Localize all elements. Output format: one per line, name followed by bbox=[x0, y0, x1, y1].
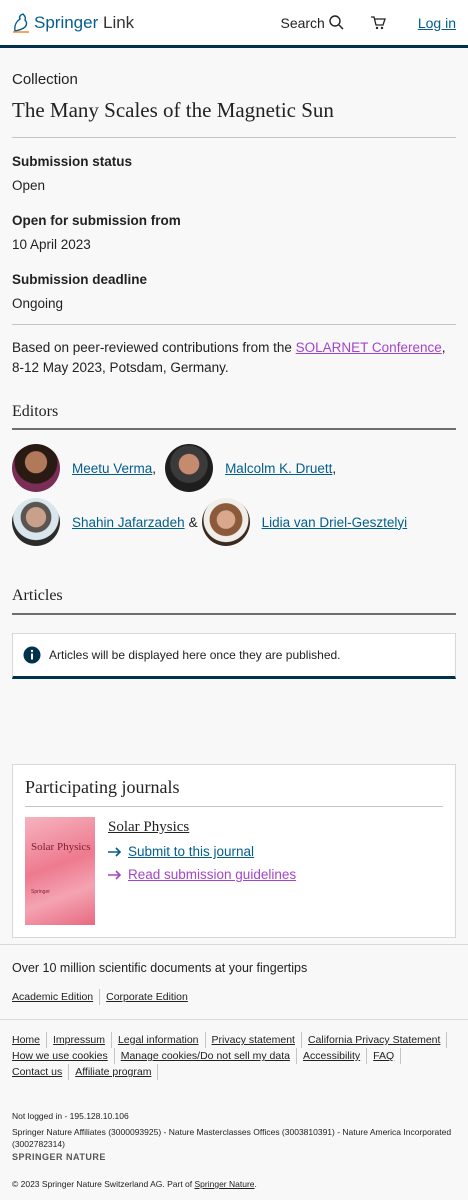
submission-status-value: Open bbox=[12, 178, 46, 193]
avatar-shahin-jafarzadeh bbox=[12, 498, 60, 546]
open-from-label: Open for submission from bbox=[12, 213, 181, 228]
divider bbox=[12, 428, 456, 430]
participating-journals: Participating journals Solar Physics Spr… bbox=[12, 764, 456, 938]
editor-link[interactable]: Malcolm K. Druett bbox=[225, 461, 332, 476]
info-icon bbox=[23, 646, 41, 664]
footer-links: Home Impressum Legal information Privacy… bbox=[12, 1032, 456, 1080]
site-header: Springer Link Search Log in bbox=[0, 0, 468, 48]
submission-guidelines-link[interactable]: Read submission guidelines bbox=[108, 867, 296, 882]
avatar-meetu-verma bbox=[12, 444, 60, 492]
affiliates: Springer Nature Affiliates (3000093925) … bbox=[12, 1127, 452, 1149]
deadline-label: Submission deadline bbox=[12, 272, 148, 287]
logo-brand: Springer bbox=[34, 12, 99, 32]
search-icon bbox=[329, 15, 344, 30]
springer-nature-logo: SPRINGER NATURE bbox=[12, 1152, 106, 1162]
footer-link-accessibility[interactable]: Accessibility bbox=[303, 1048, 368, 1064]
footer-link-privacy-statement[interactable]: Privacy statement bbox=[212, 1032, 302, 1048]
cover-title: Solar Physics bbox=[31, 841, 91, 853]
footer-link-contact-us[interactable]: Contact us bbox=[12, 1064, 70, 1080]
footer-link-academic-edition[interactable]: Academic Edition bbox=[12, 989, 101, 1005]
submission-status: Submission status Open bbox=[12, 154, 456, 193]
springer-link-logo[interactable]: Springer Link bbox=[12, 13, 134, 33]
description-prefix: Based on peer-reviewed contributions fro… bbox=[12, 340, 296, 355]
editors-row-1: Meetu Verma , Malcolm K. Druett , bbox=[12, 441, 456, 495]
footer-link-faq[interactable]: FAQ bbox=[373, 1048, 402, 1064]
search-button[interactable]: Search bbox=[280, 14, 344, 31]
submission-status-label: Submission status bbox=[12, 154, 133, 169]
cover-publisher: Springer bbox=[31, 889, 50, 895]
login-link[interactable]: Log in bbox=[418, 15, 456, 31]
articles-heading: Articles bbox=[12, 587, 63, 604]
journal-title-link[interactable]: Solar Physics bbox=[108, 819, 296, 836]
footer-link-home[interactable]: Home bbox=[12, 1032, 48, 1048]
editor-link[interactable]: Meetu Verma bbox=[72, 461, 152, 476]
springer-nature-link[interactable]: Springer Nature bbox=[195, 1179, 255, 1189]
submit-journal-link[interactable]: Submit to this journal bbox=[108, 844, 296, 859]
submit-journal-label: Submit to this journal bbox=[128, 844, 255, 859]
footer-link-california-privacy[interactable]: California Privacy Statement bbox=[308, 1032, 448, 1048]
deadline-value: Ongoing bbox=[12, 296, 64, 311]
editors-heading: Editors bbox=[12, 403, 59, 420]
articles-notice: Articles will be displayed here once the… bbox=[12, 633, 456, 679]
journal-item: Solar Physics Springer Solar Physics Sub… bbox=[25, 817, 443, 925]
footer-tagline: Over 10 million scientific documents at … bbox=[12, 961, 308, 975]
journals-heading: Participating journals bbox=[25, 777, 180, 797]
open-from-value: 10 April 2023 bbox=[12, 237, 91, 252]
journal-cover-image[interactable]: Solar Physics Springer bbox=[25, 817, 95, 925]
arrow-right-icon bbox=[108, 869, 122, 880]
footer-link-affiliate-program[interactable]: Affiliate program bbox=[75, 1064, 159, 1080]
footer-link-corporate-edition[interactable]: Corporate Edition bbox=[106, 989, 194, 1005]
main-content: Collection The Many Scales of the Magnet… bbox=[0, 71, 468, 938]
search-label: Search bbox=[280, 14, 325, 31]
divider bbox=[12, 613, 456, 615]
editor-separator: & bbox=[188, 514, 198, 530]
cart-icon bbox=[370, 16, 386, 30]
open-from: Open for submission from 10 April 2023 bbox=[12, 213, 456, 252]
page-title: The Many Scales of the Magnetic Sun bbox=[12, 98, 334, 122]
footer-editions: Academic Edition Corporate Edition bbox=[12, 989, 456, 1005]
editor-separator: , bbox=[332, 460, 337, 476]
divider bbox=[12, 324, 456, 325]
avatar-lidia-van-driel-gesztelyi bbox=[201, 498, 250, 546]
footer-link-impressum[interactable]: Impressum bbox=[53, 1032, 112, 1048]
arrow-right-icon bbox=[108, 846, 122, 857]
logo-suffix: Link bbox=[103, 12, 135, 32]
editor-link[interactable]: Lidia van Driel-Gesztelyi bbox=[262, 515, 408, 530]
login-status: Not logged in - 195.128.10.106 bbox=[12, 1111, 129, 1121]
copyright: © 2023 Springer Nature Switzerland AG. P… bbox=[12, 1178, 456, 1190]
footer-link-cookies[interactable]: How we use cookies bbox=[12, 1048, 115, 1064]
editors-list: Meetu Verma , Malcolm K. Druett , Shahin… bbox=[12, 441, 456, 549]
submission-deadline: Submission deadline Ongoing bbox=[12, 272, 456, 311]
collection-kicker: Collection bbox=[12, 71, 78, 88]
editor-link[interactable]: Shahin Jafarzadeh bbox=[72, 515, 185, 530]
copyright-prefix: © 2023 Springer Nature Switzerland AG. P… bbox=[12, 1179, 195, 1189]
copyright-suffix: . bbox=[254, 1179, 257, 1189]
notice-text: Articles will be displayed here once the… bbox=[49, 648, 341, 662]
site-footer: Over 10 million scientific documents at … bbox=[0, 944, 468, 1190]
divider bbox=[25, 806, 443, 807]
collection-description: Based on peer-reviewed contributions fro… bbox=[12, 338, 456, 378]
editors-row-2: Shahin Jafarzadeh & Lidia van Driel-Gesz… bbox=[12, 495, 456, 549]
divider bbox=[12, 137, 456, 138]
avatar-malcolm-druett bbox=[165, 444, 214, 492]
footer-link-legal-information[interactable]: Legal information bbox=[118, 1032, 206, 1048]
springer-horse-icon bbox=[13, 12, 29, 33]
cart-button[interactable] bbox=[370, 15, 386, 30]
submission-guidelines-label: Read submission guidelines bbox=[128, 867, 297, 882]
editor-separator: , bbox=[152, 460, 157, 476]
solarnet-conference-link[interactable]: SOLARNET Conference bbox=[296, 340, 442, 355]
journal-details: Solar Physics Submit to this journal Rea… bbox=[108, 817, 296, 925]
divider bbox=[0, 1019, 468, 1020]
footer-link-manage-cookies[interactable]: Manage cookies/Do not sell my data bbox=[121, 1048, 297, 1064]
